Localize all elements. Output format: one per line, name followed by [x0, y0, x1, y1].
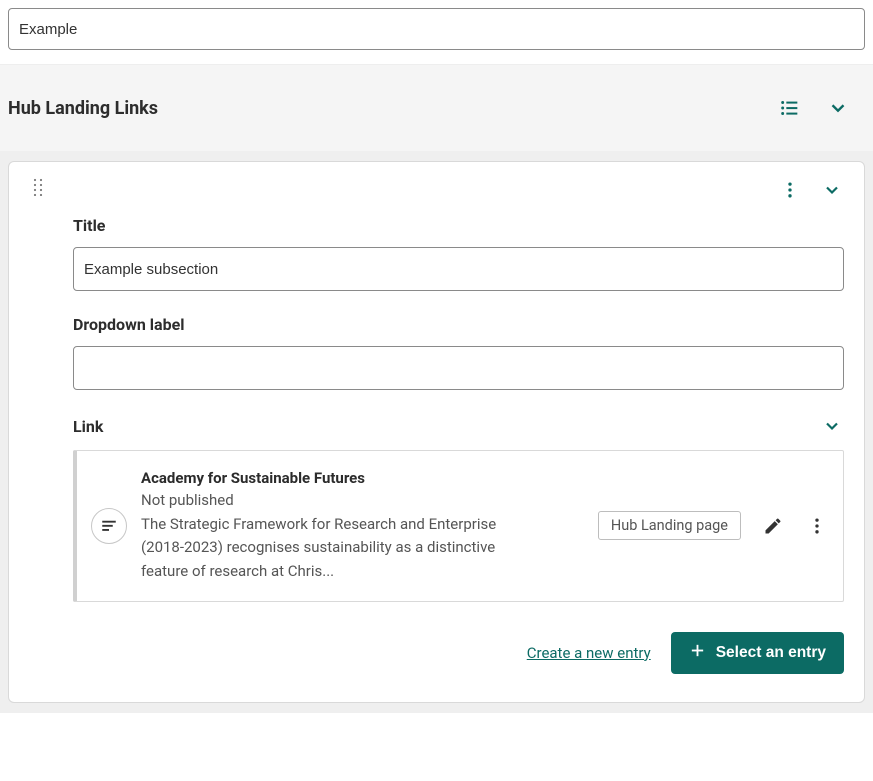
plus-icon — [689, 642, 706, 664]
link-field-label: Link — [73, 414, 844, 438]
more-vertical-icon[interactable] — [805, 514, 829, 538]
create-entry-link[interactable]: Create a new entry — [527, 644, 651, 662]
title-field-label: Title — [73, 216, 844, 235]
section-header-actions — [777, 95, 851, 121]
link-entry-row: Academy for Sustainable Futures Not publ… — [73, 450, 844, 602]
edit-icon[interactable] — [761, 514, 785, 538]
select-entry-label: Select an entry — [716, 644, 826, 662]
title-input[interactable] — [73, 247, 844, 291]
card-container: Title Dropdown label Link Academy for Su… — [0, 151, 873, 713]
chevron-down-icon[interactable] — [820, 414, 844, 438]
subsection-card: Title Dropdown label Link Academy for Su… — [8, 161, 865, 703]
more-vertical-icon[interactable] — [778, 178, 802, 202]
drag-handle-icon[interactable] — [29, 178, 43, 200]
card-top-row — [29, 178, 844, 202]
list-icon[interactable] — [777, 95, 803, 121]
dropdown-label-input[interactable] — [73, 346, 844, 390]
example-input[interactable] — [8, 8, 865, 50]
select-entry-button[interactable]: Select an entry — [671, 632, 844, 674]
entry-excerpt: The Strategic Framework for Research and… — [141, 513, 531, 583]
chevron-down-icon[interactable] — [825, 95, 851, 121]
entry-status: Not published — [141, 491, 584, 509]
link-label-text: Link — [73, 417, 103, 436]
entry-type-icon — [91, 508, 127, 544]
card-actions-row: Create a new entry Select an entry — [73, 632, 844, 674]
card-top-actions — [778, 178, 844, 202]
card-body: Title Dropdown label Link Academy for Su… — [29, 202, 844, 674]
entry-title: Academy for Sustainable Futures — [141, 469, 584, 487]
chevron-down-icon[interactable] — [820, 178, 844, 202]
section-header: Hub Landing Links — [0, 64, 873, 151]
section-title: Hub Landing Links — [8, 98, 158, 119]
top-input-container — [0, 0, 873, 50]
dropdown-field-label: Dropdown label — [73, 315, 844, 334]
entry-text-block: Academy for Sustainable Futures Not publ… — [141, 469, 584, 583]
entry-tag: Hub Landing page — [598, 511, 741, 540]
entry-right-actions: Hub Landing page — [598, 511, 829, 540]
